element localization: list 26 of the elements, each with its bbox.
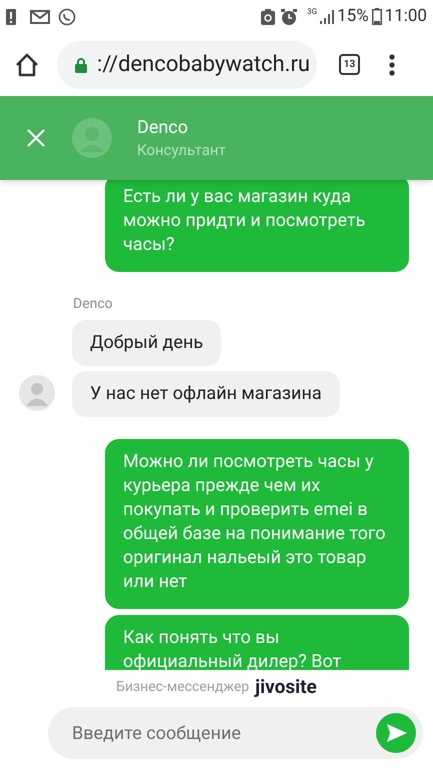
battery-percent: 15% [337, 4, 369, 28]
received-message: У нас нет офлайн магазина [72, 371, 340, 417]
lock-icon [75, 56, 87, 72]
battery-icon [372, 8, 382, 25]
address-bar[interactable]: ://dencobabywatch.ru [57, 40, 317, 88]
more-menu-icon[interactable] [389, 54, 395, 76]
close-icon[interactable] [27, 129, 45, 147]
signal-icon [320, 10, 334, 24]
send-icon[interactable] [375, 712, 417, 754]
message-field[interactable]: Введите сообщение [48, 707, 423, 759]
alarm-icon [280, 8, 298, 26]
sent-message: Можно ли посмотреть часы у курьера прежде чем их покупать и проверить emei в общей базе на понимание того оригинал нальеый это товар или нет [105, 439, 409, 609]
clock: 11:00 [384, 4, 427, 28]
avatar-icon [72, 118, 112, 158]
tab-count-button[interactable]: 13 [339, 54, 360, 75]
chat-bubble-icon [58, 8, 76, 26]
operator-role: Консультант [137, 140, 226, 160]
received-message: Добрый день [72, 320, 222, 366]
mail-icon [30, 10, 50, 24]
home-icon[interactable] [14, 52, 40, 78]
avatar-icon [19, 375, 55, 411]
url-text: ://dencobabywatch.ru [97, 51, 310, 79]
alert-icon [6, 8, 16, 24]
author-label: Denco [73, 295, 114, 314]
operator-name: Denco [137, 116, 189, 140]
network-type-label: 3G [307, 8, 318, 16]
